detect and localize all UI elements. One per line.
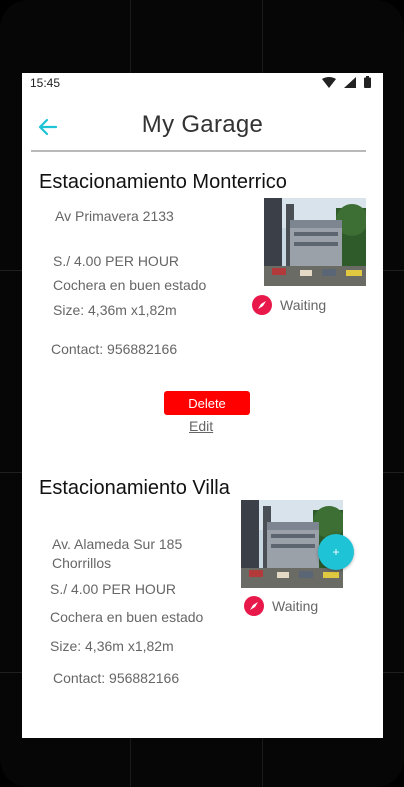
garage-photo [264, 198, 366, 286]
status-label: Waiting [280, 297, 327, 313]
garage-name: Estacionamiento Villa [39, 477, 230, 499]
garage-name: Estacionamiento Monterrico [39, 171, 287, 193]
garage-price: S./ 4.00 PER HOUR [53, 253, 180, 269]
garage-price: S./ 4.00 PER HOUR [50, 581, 177, 597]
garage-address-line2: Chorrillos [52, 555, 112, 571]
phone-frame: 15:45 My Garage Estacionamiento Monterri… [0, 0, 404, 787]
page-title: My Garage [141, 111, 264, 138]
garage-size: Size: 4,36m x1,82m [53, 302, 177, 318]
delete-button[interactable]: Delete [164, 391, 250, 415]
garage-description: Cochera en buen estado [53, 277, 207, 293]
garage-contact: Contact: 956882166 [53, 670, 180, 686]
app-screen: 15:45 My Garage Estacionamiento Monterri… [22, 73, 383, 738]
app-bar: My Garage [22, 93, 383, 151]
wifi-icon [322, 76, 336, 88]
status-indicator: Waiting [252, 295, 326, 315]
garage-address: Av Primavera 2133 [55, 208, 174, 224]
status-label: Waiting [272, 598, 319, 614]
header-divider [31, 150, 366, 152]
garage-address-line1: Av. Alameda Sur 185 [52, 536, 183, 552]
garage-description: Cochera en buen estado [50, 609, 204, 625]
edit-link[interactable]: Edit [189, 418, 213, 434]
battery-icon [364, 76, 371, 88]
cell-signal-icon [344, 76, 356, 88]
add-garage-button[interactable]: + [318, 534, 354, 570]
status-time: 15:45 [30, 76, 61, 90]
compass-icon [244, 596, 264, 616]
garage-contact: Contact: 956882166 [51, 341, 178, 357]
status-indicator: Waiting [244, 596, 318, 616]
garage-photo-image [264, 198, 366, 286]
status-bar: 15:45 [22, 73, 383, 93]
garage-size: Size: 4,36m x1,82m [50, 638, 174, 654]
compass-icon [252, 295, 272, 315]
